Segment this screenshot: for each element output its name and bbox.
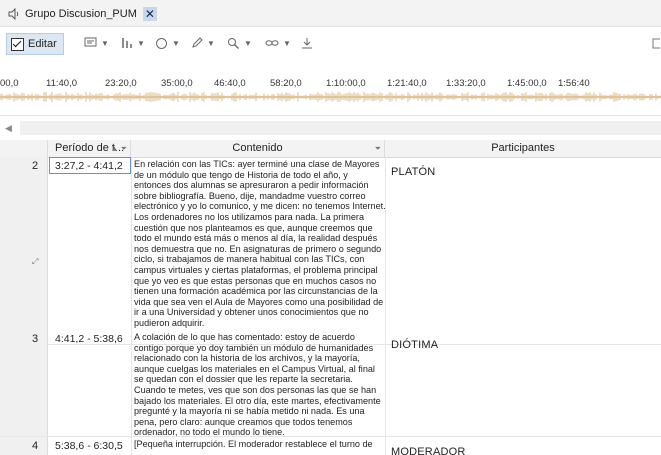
chevron-down-icon: ▼ [172,38,180,48]
participant-cell[interactable]: DIÓTIMA [391,339,438,351]
toolbar: Editar ▼ ▼ ▼ ▼ ▼ ▼ [0,27,661,59]
document-tab-title: Grupo Discusion_PUM [25,8,137,20]
column-divider [385,157,386,344]
column-divider [385,437,386,455]
content-cell[interactable]: En relación con las TICs: ayer terminé u… [134,159,386,329]
table-row[interactable]: 4 5:38,6 - 6:30,5 [Pequeña interrupción.… [0,437,661,455]
download-icon [302,38,312,49]
table-row[interactable]: 2 ⤢ 3:27,2 - 4:41,2 En relación con las … [0,157,661,345]
link-button[interactable]: ▼ [265,35,291,51]
zoom-button[interactable]: ▼ [227,35,252,51]
scroll-left-arrow-icon[interactable]: ◀ [5,123,12,134]
pen-icon [192,37,203,48]
column-header-content-label: Contenido [232,142,283,154]
timeline-tick-label: 1:10:00,0 [326,78,366,89]
link-icon [265,40,279,46]
zoom-icon [228,37,239,49]
chevron-down-icon: ▼ [101,38,109,48]
column-divider [131,157,132,344]
document-tab[interactable]: Grupo Discusion_PUM ✕ [4,4,157,24]
chevron-down-icon: ▼ [137,38,145,48]
scroll-track[interactable] [20,121,661,135]
timeline-tick-label: 1:33:20,0 [446,78,486,89]
table-header: Período de t... ▲ ⏷ Contenido ⏷ Particip… [0,140,661,158]
chevron-down-icon: ▼ [283,38,291,48]
chevron-down-icon: ▼ [207,38,215,48]
row-number: 4 [32,440,39,452]
column-header-number[interactable] [0,140,48,157]
filter-icon[interactable]: ⏷ [375,140,381,157]
timeline-tick-label: 46:40,0 [214,78,246,89]
comment-button[interactable]: ▼ [84,35,109,51]
shape-button[interactable]: ▼ [155,35,180,51]
timeline-tick-label: 1:45:00,0 [507,78,547,89]
bars-icon [122,38,132,48]
timeline-tick-label: 1:56:40 [558,78,590,89]
audio-waveform[interactable] [0,92,661,102]
column-header-content[interactable]: Contenido ⏷ [131,140,385,157]
timeline[interactable]: 00,0 11:40,0 23:20,0 35:00,0 46:40,0 58:20,0 1… [0,62,661,116]
transcript-table: Período de t... ▲ ⏷ Contenido ⏷ Particip… [0,140,661,455]
checkbox-icon [11,37,24,51]
row-number: 2 [32,160,39,172]
sort-filter-icon[interactable]: ▲ ⏷ [110,140,127,157]
column-header-participants-label: Participantes [491,142,555,154]
overflow-icon[interactable] [652,35,660,51]
row-number-cell[interactable]: 4 [0,437,48,455]
chevron-down-icon: ▼ [244,38,252,48]
timeline-tick-label: 23:20,0 [105,78,137,89]
horizontal-scrollbar[interactable]: ◀ [0,118,661,138]
participant-cell[interactable]: MODERADOR [391,446,466,455]
column-divider [131,330,132,436]
period-cell[interactable]: 4:41,2 - 5:38,6 [48,333,135,345]
close-icon[interactable]: ✕ [142,7,157,21]
row-number: 3 [32,333,39,345]
participant-cell[interactable]: PLATÓN [391,166,435,178]
edit-toggle-button[interactable]: Editar [6,33,64,55]
column-divider [131,437,132,455]
timeline-tick-label: 11:40,0 [46,78,77,89]
period-cell[interactable]: 3:27,2 - 4:41,2 [48,160,135,172]
timeline-tick-label: 58:20,0 [270,78,302,89]
bars-button[interactable]: ▼ [121,35,145,51]
column-header-period[interactable]: Período de t... ▲ ⏷ [48,140,131,157]
speaker-icon [8,8,19,20]
row-resize-icon[interactable]: ⤢ [32,257,38,267]
timeline-tick-label: 00,0 [0,78,19,89]
column-header-participants[interactable]: Participantes [385,140,661,157]
timeline-tick-label: 1:21:40,0 [387,78,427,89]
document-tab-bar: Grupo Discusion_PUM ✕ [0,0,661,27]
divider [0,115,661,116]
comment-icon [84,37,97,47]
period-cell[interactable]: 5:38,6 - 6:30,5 [48,440,135,452]
content-cell[interactable]: A colación de lo que has comentado: esto… [134,332,386,438]
column-divider [385,330,386,436]
timeline-tick-label: 35:00,0 [161,78,193,89]
pen-button[interactable]: ▼ [191,35,215,51]
table-row[interactable]: 3 4:41,2 - 5:38,6 A colación de lo que h… [0,330,661,437]
circle-icon [156,37,167,49]
content-cell[interactable]: [Pequeña interrupción. El moderador rest… [134,439,386,450]
edit-label: Editar [28,38,57,50]
download-button[interactable] [301,35,313,51]
row-number-cell[interactable]: 3 [0,330,48,436]
row-number-cell[interactable]: 2 [0,157,48,344]
